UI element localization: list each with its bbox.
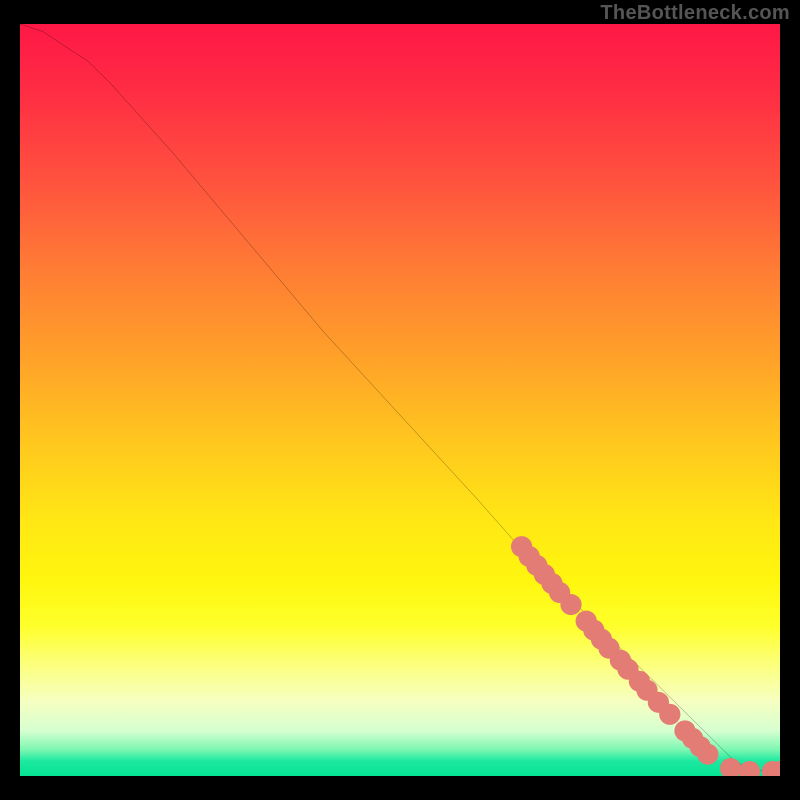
data-point — [739, 761, 760, 776]
plot-area — [20, 24, 780, 776]
data-point — [659, 704, 680, 725]
watermark-label: TheBottleneck.com — [600, 2, 790, 25]
data-point — [720, 758, 741, 776]
data-point — [697, 744, 718, 765]
data-point — [560, 594, 581, 615]
bottleneck-curve — [20, 24, 780, 771]
chart-svg — [20, 24, 780, 776]
chart-frame: TheBottleneck.com — [0, 0, 800, 800]
marker-layer — [511, 536, 780, 776]
